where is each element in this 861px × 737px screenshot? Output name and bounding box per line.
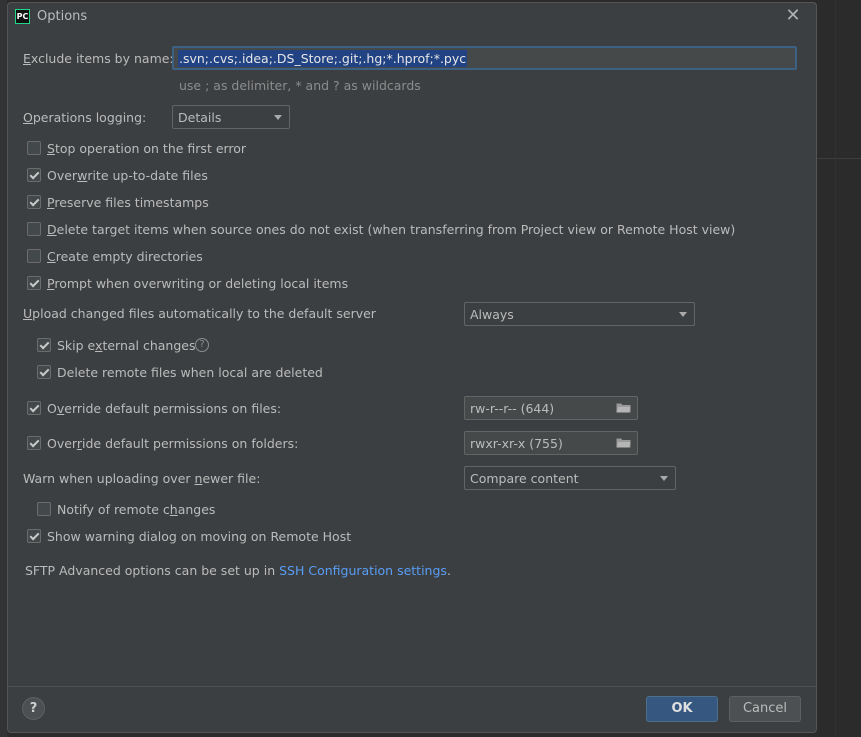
stop-first-error-checkbox[interactable] (27, 141, 41, 155)
operations-logging-select[interactable]: Details (172, 105, 290, 129)
show-warning-checkbox[interactable] (27, 529, 41, 543)
upload-value: Always (470, 307, 514, 322)
override-folders-label: Override default permissions on folders: (47, 436, 299, 451)
operations-logging-value: Details (178, 110, 222, 125)
folder-permissions-field[interactable]: rwxr-xr-x (755) (464, 431, 638, 455)
help-button[interactable]: ? (22, 697, 45, 720)
skip-external-checkbox[interactable] (37, 338, 51, 352)
exclude-input[interactable]: .svn;.cvs;.idea;.DS_Store;.git;.hg;*.hpr… (172, 46, 797, 70)
override-files-label: Override default permissions on files: (47, 401, 282, 416)
notify-remote-label: Notify of remote changes (57, 502, 216, 517)
warn-upload-select[interactable]: Compare content (464, 466, 676, 490)
sftp-note: SFTP Advanced options can be set up in S… (25, 563, 451, 578)
skip-external-label: Skip external changes (57, 338, 196, 353)
override-folders-checkbox[interactable] (27, 436, 41, 450)
create-empty-dirs-checkbox[interactable] (27, 249, 41, 263)
delete-target-label: Delete target items when source ones do … (47, 222, 736, 237)
delete-remote-label: Delete remote files when local are delet… (57, 365, 323, 380)
show-warning-label: Show warning dialog on moving on Remote … (47, 529, 352, 544)
delete-target-checkbox[interactable] (27, 222, 41, 236)
overwrite-uptodate-checkbox[interactable] (27, 168, 41, 182)
sftp-note-suffix: . (446, 563, 451, 578)
delete-remote-checkbox[interactable] (37, 365, 51, 379)
dialog-title: Options (37, 9, 88, 24)
preserve-timestamps-checkbox[interactable] (27, 195, 41, 209)
warn-upload-label: Warn when uploading over newer file: (23, 471, 261, 486)
editor-caret-line (817, 158, 861, 159)
preserve-timestamps-label: Preserve files timestamps (47, 195, 209, 210)
chevron-down-icon (660, 476, 668, 481)
question-help-icon[interactable]: ? (195, 338, 209, 352)
chevron-down-icon (274, 115, 282, 120)
upload-select[interactable]: Always (464, 302, 695, 326)
folder-permissions-value: rwxr-xr-x (755) (470, 436, 563, 451)
pycharm-app-icon: PC (15, 9, 30, 24)
editor-right-margin (835, 0, 836, 737)
prompt-overwrite-checkbox[interactable] (27, 276, 41, 290)
file-permissions-value: rw-r--r-- (644) (470, 401, 555, 416)
sftp-note-text: SFTP Advanced options can be set up in (25, 563, 280, 578)
close-icon[interactable]: ✕ (784, 7, 802, 25)
create-empty-dirs-label: Create empty directories (47, 249, 203, 264)
file-permissions-field[interactable]: rw-r--r-- (644) (464, 396, 638, 420)
cancel-button[interactable]: Cancel (729, 696, 801, 722)
editor-gutter (0, 0, 7, 737)
operations-logging-label: Operations logging: (23, 110, 147, 125)
override-files-checkbox[interactable] (27, 401, 41, 415)
upload-label: Upload changed files automatically to th… (23, 306, 376, 321)
ssh-config-link[interactable]: SSH Configuration settings (279, 563, 447, 578)
warn-upload-value: Compare content (470, 471, 579, 486)
folder-browse-icon[interactable] (616, 403, 631, 413)
ok-button[interactable]: OK (646, 696, 718, 722)
overwrite-uptodate-label: Overwrite up-to-date files (47, 168, 208, 183)
exclude-hint: use ; as delimiter, * and ? as wildcards (179, 78, 421, 93)
exclude-label: Exclude items by name: (23, 51, 174, 66)
options-dialog: PC Options ✕ Exclude items by name: .svn… (7, 2, 817, 733)
title-bar: PC Options ✕ (8, 3, 816, 31)
button-bar-separator (8, 686, 816, 687)
folder-browse-icon[interactable] (616, 438, 631, 448)
prompt-overwrite-label: Prompt when overwriting or deleting loca… (47, 276, 349, 291)
exclude-input-value: .svn;.cvs;.idea;.DS_Store;.git;.hg;*.hpr… (178, 50, 468, 67)
notify-remote-checkbox[interactable] (37, 502, 51, 516)
stop-first-error-label: Stop operation on the first error (47, 141, 247, 156)
chevron-down-icon (679, 312, 687, 317)
